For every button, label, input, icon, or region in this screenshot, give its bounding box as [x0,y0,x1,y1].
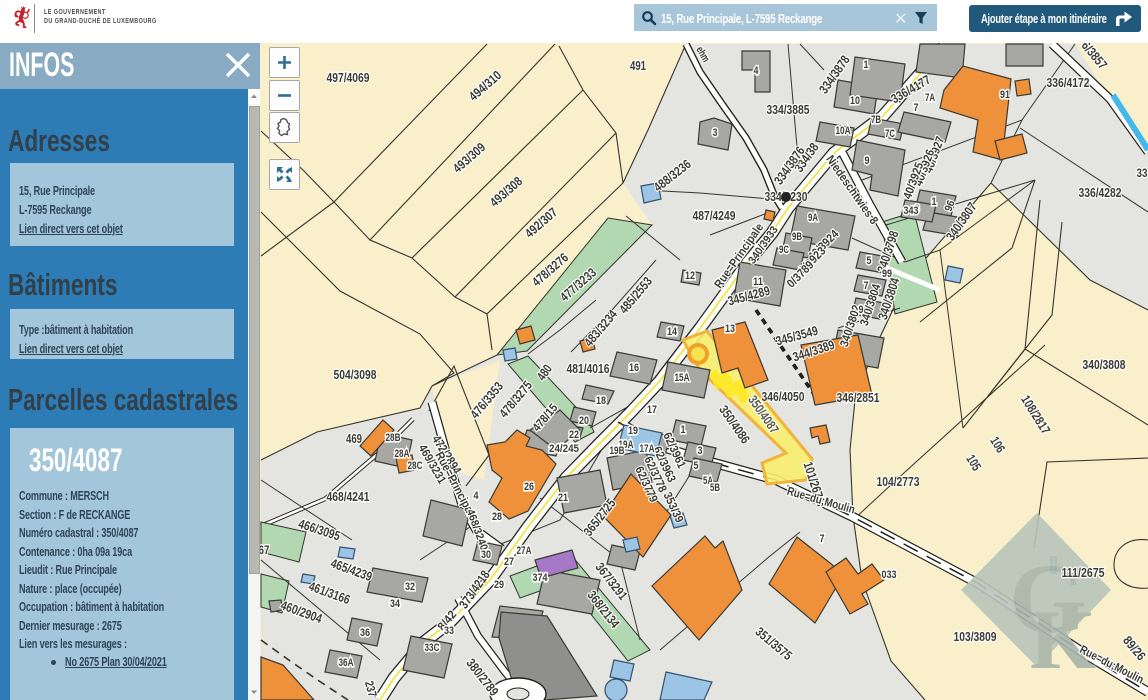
svg-text:104/2773: 104/2773 [877,474,920,489]
svg-text:336/4282: 336/4282 [1079,185,1122,200]
svg-text:9: 9 [859,304,864,316]
svg-text:504/3098: 504/3098 [334,367,377,382]
svg-text:12: 12 [685,270,695,282]
svg-text:67: 67 [260,543,270,557]
svg-text:29: 29 [494,579,504,591]
svg-text:24/245: 24/245 [549,443,579,455]
svg-text:469: 469 [346,431,362,446]
svg-text:14: 14 [667,326,678,338]
svg-text:27: 27 [504,556,514,568]
svg-text:7: 7 [820,533,825,545]
svg-text:33C: 33C [425,642,440,654]
svg-text:3: 3 [698,445,703,457]
svg-text:33: 33 [1137,166,1148,180]
svg-text:7: 7 [864,280,869,292]
svg-text:28A: 28A [395,448,410,460]
svg-text:4: 4 [474,490,480,502]
svg-text:17A: 17A [640,443,655,455]
svg-text:K: K [1030,593,1096,687]
svg-text:343: 343 [904,205,919,217]
svg-text:28: 28 [492,511,502,523]
svg-text:28B: 28B [386,432,401,444]
svg-text:346/2851: 346/2851 [837,390,880,405]
svg-text:33: 33 [444,625,454,637]
svg-text:99: 99 [882,268,892,280]
svg-text:4: 4 [754,65,760,77]
svg-text:7B: 7B [871,114,881,126]
svg-text:9: 9 [865,155,870,167]
svg-text:91: 91 [1000,89,1010,101]
svg-text:9A: 9A [808,212,818,224]
svg-text:30: 30 [481,549,491,561]
svg-text:7A: 7A [925,92,935,104]
svg-text:13: 13 [725,323,735,335]
svg-text:9B: 9B [792,231,802,243]
svg-text:468/4241: 468/4241 [327,489,370,504]
svg-text:28C: 28C [408,460,423,472]
svg-text:334/3885: 334/3885 [767,102,810,117]
svg-text:487/4249: 487/4249 [693,208,736,223]
svg-text:7C: 7C [885,128,895,140]
svg-text:103/3809: 103/3809 [954,629,997,644]
svg-text:10A: 10A [836,125,851,137]
svg-text:033: 033 [882,569,897,581]
svg-text:15A: 15A [675,372,690,384]
svg-text:9C: 9C [779,244,789,256]
svg-text:5: 5 [867,255,872,267]
svg-text:346/4050: 346/4050 [762,389,805,404]
svg-text:22: 22 [569,429,579,441]
svg-text:36: 36 [360,627,370,639]
svg-text:5B: 5B [710,482,720,494]
svg-text:27A: 27A [517,545,532,557]
svg-text:374: 374 [533,572,549,584]
svg-text:340/3808: 340/3808 [1083,357,1126,372]
svg-text:1: 1 [932,196,937,208]
svg-text:36A: 36A [339,657,354,669]
svg-text:32: 32 [405,581,415,593]
svg-text:17: 17 [647,404,657,416]
svg-text:491: 491 [630,58,646,73]
svg-text:1: 1 [681,424,686,436]
svg-text:5: 5 [694,460,699,472]
svg-text:26: 26 [524,481,534,493]
svg-text:19: 19 [628,425,638,437]
svg-text:34: 34 [390,598,401,610]
svg-text:336/4172: 336/4172 [1047,75,1090,90]
svg-text:16: 16 [629,362,639,374]
svg-text:1: 1 [864,59,869,71]
svg-text:3: 3 [713,127,718,139]
svg-text:111/2675: 111/2675 [1062,565,1105,580]
svg-text:10: 10 [850,95,860,107]
svg-text:21: 21 [558,492,568,504]
svg-text:11: 11 [753,276,763,288]
svg-text:20: 20 [579,415,589,427]
svg-text:19B: 19B [610,445,625,457]
svg-text:18: 18 [596,395,606,407]
svg-text:497/4069: 497/4069 [327,70,370,85]
svg-text:481/4016: 481/4016 [567,361,610,376]
svg-text:7: 7 [914,102,919,114]
